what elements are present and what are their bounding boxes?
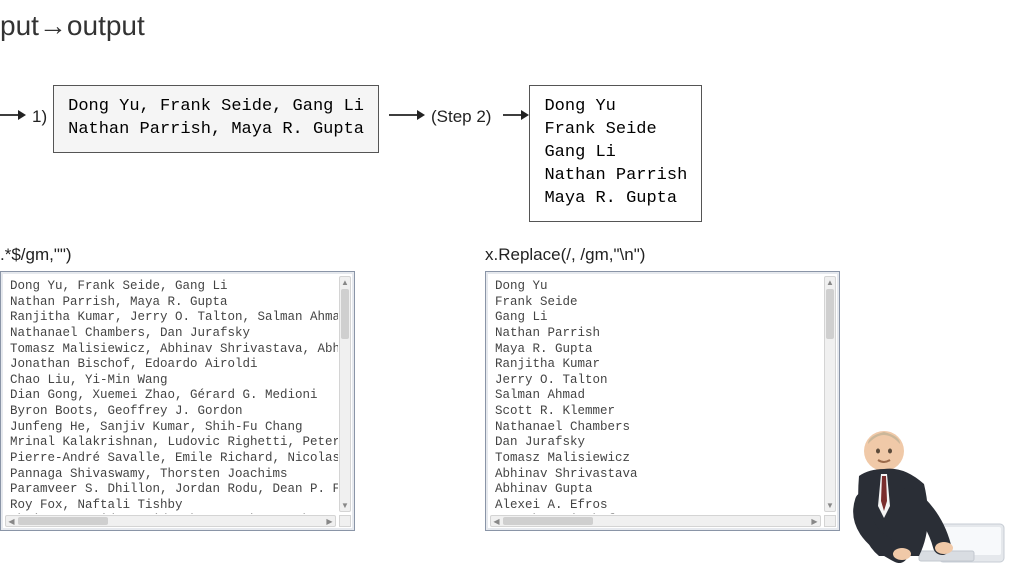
scroll-thumb[interactable] <box>826 289 834 339</box>
horizontal-scrollbar[interactable]: ◀ ▶ <box>5 515 336 527</box>
input-line1: Dong Yu, Frank Seide, Gang Li <box>68 97 364 116</box>
scroll-right-icon[interactable]: ▶ <box>809 516 820 526</box>
scroll-thumb[interactable] <box>503 517 593 525</box>
slide-title: put→output <box>0 10 145 42</box>
arrow-icon <box>0 85 26 123</box>
right-code-content: Dong Yu Frank Seide Gang Li Nathan Parri… <box>491 277 823 514</box>
horizontal-scrollbar[interactable]: ◀ ▶ <box>490 515 821 527</box>
scroll-thumb[interactable] <box>341 289 349 339</box>
code-panels: .*$/gm,"") Dong Yu, Frank Seide, Gang Li… <box>0 245 855 531</box>
arrow-icon <box>389 85 425 123</box>
pipeline-diagram: 1) Dong Yu, Frank Seide, Gang Li Nathan … <box>0 85 702 222</box>
left-code-label: .*$/gm,"") <box>0 245 370 265</box>
scroll-left-icon[interactable]: ◀ <box>491 516 502 526</box>
step2-label: (Step 2) <box>431 85 491 127</box>
right-code-label: x.Replace(/, /gm,"\n") <box>485 245 855 265</box>
input-box: Dong Yu, Frank Seide, Gang Li Nathan Par… <box>53 85 379 153</box>
scroll-left-icon[interactable]: ◀ <box>6 516 17 526</box>
left-code-box[interactable]: Dong Yu, Frank Seide, Gang Li Nathan Par… <box>0 271 355 531</box>
scroll-right-icon[interactable]: ▶ <box>324 516 335 526</box>
scroll-corner <box>339 515 351 527</box>
right-code-box[interactable]: Dong Yu Frank Seide Gang Li Nathan Parri… <box>485 271 840 531</box>
arrow-icon <box>503 85 529 123</box>
scroll-up-icon[interactable]: ▲ <box>340 277 350 288</box>
scroll-up-icon[interactable]: ▲ <box>825 277 835 288</box>
output-box: Dong Yu Frank Seide Gang Li Nathan Parri… <box>529 85 702 222</box>
left-code-content: Dong Yu, Frank Seide, Gang Li Nathan Par… <box>6 277 338 514</box>
vertical-scrollbar[interactable]: ▲ ▼ <box>339 276 351 512</box>
scroll-thumb[interactable] <box>18 517 108 525</box>
step1-label: 1) <box>32 85 47 127</box>
input-line2: Nathan Parrish, Maya R. Gupta <box>68 120 364 139</box>
businessman-at-desk-illustration <box>824 406 1014 576</box>
scroll-down-icon[interactable]: ▼ <box>340 500 350 511</box>
